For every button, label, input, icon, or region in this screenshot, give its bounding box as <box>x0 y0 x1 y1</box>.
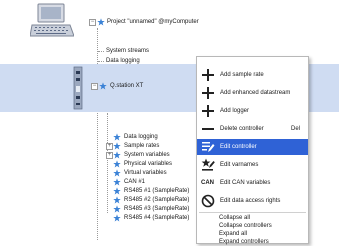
child-star-icon <box>113 151 121 159</box>
menu-item-add-logger[interactable]: Add logger <box>197 103 308 119</box>
tree-item-virtual-variables: Virtual variables <box>124 170 167 176</box>
menu-item-delete-controller[interactable]: Delete controller Del <box>197 121 308 137</box>
menu-item-collapse-controllers[interactable]: Collapse controllers <box>219 222 272 230</box>
edit-varnames-icon <box>201 158 215 171</box>
context-menu: Add sample rate Add enhanced datastream … <box>196 56 309 246</box>
tree-item-system-variables: System variables <box>124 152 170 158</box>
child-row[interactable]: + System variables <box>0 151 196 159</box>
can-icon: CAN <box>201 180 214 186</box>
no-access-icon <box>201 194 215 208</box>
child-row[interactable]: + Sample rates <box>0 142 196 150</box>
child-star-icon <box>113 205 121 213</box>
menu-item-add-sample-rate[interactable]: Add sample rate <box>197 67 308 83</box>
station-star-icon <box>99 82 107 90</box>
child-row[interactable]: Data logging <box>0 133 196 141</box>
menu-item-add-enhanced-datastream[interactable]: Add enhanced datastream <box>197 85 308 101</box>
child-star-icon <box>113 214 121 222</box>
station-collapse-toggle[interactable]: − <box>91 83 98 90</box>
project-collapse-toggle[interactable]: − <box>89 19 96 26</box>
tree-item-physical-variables: Physical variables <box>124 161 173 167</box>
tree-item-rs485-3: RS485 #3 (SampleRate) <box>124 206 190 212</box>
menu-item-expand-controllers[interactable]: Expand controllers <box>219 238 269 246</box>
child-star-icon <box>113 142 121 150</box>
plus-icon <box>202 69 214 81</box>
computer-icon <box>29 3 75 39</box>
tree-item-rs485-2: RS485 #2 (SampleRate) <box>124 197 190 203</box>
tree-item-rs485-4: RS485 #4 (SampleRate) <box>124 215 190 221</box>
menu-item-edit-varnames[interactable]: Edit varnames <box>197 157 308 173</box>
menu-item-edit-data-access-rights[interactable]: Edit data access rights <box>197 193 308 209</box>
tree-item-data-logging-child: Data logging <box>124 134 158 140</box>
child-row[interactable]: Physical variables <box>0 160 196 168</box>
minus-icon <box>202 128 214 130</box>
child-star-icon <box>113 160 121 168</box>
menu-separator <box>199 212 306 213</box>
tree-connector <box>98 51 104 52</box>
delete-shortcut: Del <box>290 126 300 132</box>
menu-item-expand-all[interactable]: Expand all <box>219 230 247 238</box>
child-row[interactable]: RS485 #2 (SampleRate) <box>0 196 196 204</box>
child-star-icon <box>113 178 121 186</box>
tree-item-rs485-1: RS485 #1 (SampleRate) <box>124 188 190 194</box>
tree-item-can-1: CAN #1 <box>124 179 146 185</box>
tree-item-sample-rates: Sample rates <box>124 143 160 149</box>
child-row[interactable]: RS485 #4 (SampleRate) <box>0 214 196 222</box>
project-label[interactable]: Project "unnamed" @myComputer <box>107 18 199 26</box>
expand-toggle[interactable]: + <box>106 152 113 159</box>
plus-icon <box>202 87 214 99</box>
tree-item-system-streams[interactable]: System streams <box>106 47 149 55</box>
child-row[interactable]: RS485 #1 (SampleRate) <box>0 187 196 195</box>
qstation-device-icon <box>72 66 84 110</box>
plus-icon <box>202 105 214 117</box>
tree-connector <box>98 61 104 62</box>
menu-item-edit-can-variables[interactable]: CAN Edit CAN variables <box>197 175 308 191</box>
child-row[interactable]: RS485 #3 (SampleRate) <box>0 205 196 213</box>
menu-item-collapse-all[interactable]: Collapse all <box>219 214 250 222</box>
expand-toggle[interactable]: + <box>106 143 113 150</box>
child-star-icon <box>113 196 121 204</box>
child-star-icon <box>113 169 121 177</box>
child-star-icon <box>113 187 121 195</box>
menu-item-edit-controller[interactable]: Edit controller <box>197 139 308 155</box>
project-star-icon <box>97 18 105 26</box>
station-label[interactable]: Q.station XT <box>110 82 143 90</box>
edit-controller-icon <box>202 142 215 152</box>
child-row[interactable]: CAN #1 <box>0 178 196 186</box>
child-star-icon <box>113 133 121 141</box>
child-row[interactable]: Virtual variables <box>0 169 196 177</box>
